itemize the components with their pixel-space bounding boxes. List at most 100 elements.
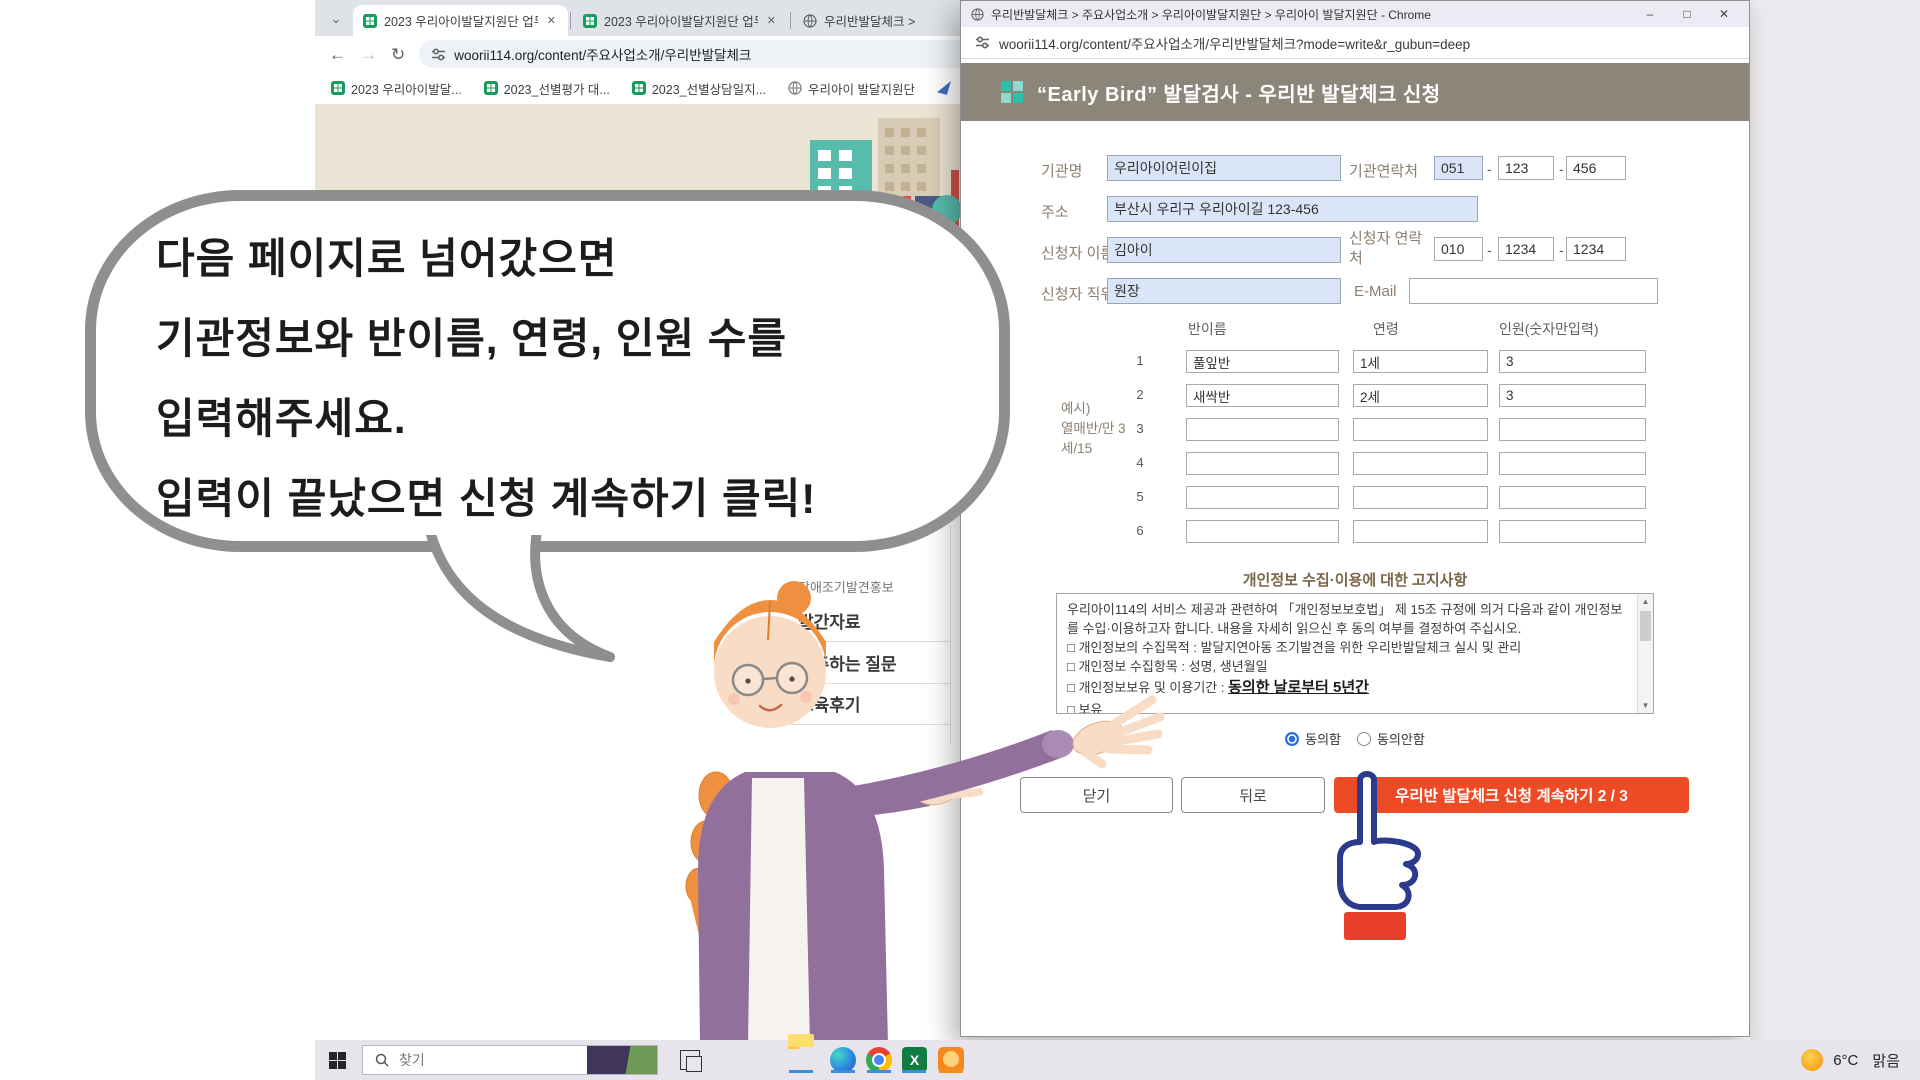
- class-age-input-5[interactable]: [1353, 486, 1488, 509]
- class-age-input-6[interactable]: [1353, 520, 1488, 543]
- class-name-input-4[interactable]: [1186, 452, 1339, 475]
- disagree-radio[interactable]: [1357, 732, 1371, 746]
- reload-icon[interactable]: ↻: [391, 46, 405, 63]
- row-number: 4: [1131, 455, 1149, 470]
- browser-tab-2[interactable]: 2023 우리아이발달지원단 업무 ✕: [573, 5, 788, 36]
- address-bar[interactable]: woorii114.org/content/주요사업소개/우리반발달체크: [419, 40, 1003, 68]
- applicant-title-label: 신청자 직위: [1041, 283, 1114, 304]
- address-label: 주소: [1041, 201, 1069, 222]
- speech-line: 입력이 끝났으면 신청 계속하기 클릭!: [156, 459, 969, 539]
- dash: -: [1487, 161, 1492, 177]
- org-name-label: 기관명: [1041, 160, 1082, 181]
- applicant-phone-input-2[interactable]: [1498, 237, 1554, 261]
- start-button-icon[interactable]: [329, 1052, 346, 1069]
- search-input[interactable]: [397, 1051, 551, 1069]
- tab-search-chevron-icon[interactable]: ⌄: [323, 6, 349, 32]
- tab-close-icon[interactable]: ✕: [545, 14, 558, 27]
- class-count-input-1[interactable]: [1499, 350, 1646, 373]
- url-text: woorii114.org/content/주요사업소개/우리반발달체크: [454, 44, 751, 64]
- excel-icon[interactable]: X: [902, 1047, 928, 1073]
- class-count-input-2[interactable]: [1499, 384, 1646, 407]
- class-age-input-1[interactable]: [1353, 350, 1488, 373]
- org-phone-input-3[interactable]: [1566, 156, 1626, 180]
- tune-icon: [431, 47, 446, 62]
- chrome-icon[interactable]: [866, 1047, 892, 1073]
- popup-address-bar[interactable]: woorii114.org/content/주요사업소개/우리반발달체크?mod…: [961, 27, 1749, 59]
- scroll-down-icon[interactable]: ▼: [1638, 698, 1653, 713]
- bookmark-label: 2023_선별평가 대...: [504, 79, 610, 98]
- browser-tab-1[interactable]: 2023 우리아이발달지원단 업무 ✕: [353, 5, 568, 36]
- tab-label: 2023 우리아이발달지원단 업무: [384, 11, 538, 30]
- applicant-phone-input-3[interactable]: [1566, 237, 1626, 261]
- scrollbar-thumb[interactable]: [1640, 611, 1651, 641]
- globe-icon: [803, 14, 817, 28]
- class-name-input-6[interactable]: [1186, 520, 1339, 543]
- bookmark-item[interactable]: 우리아이 발달지원단: [788, 79, 915, 98]
- address-input[interactable]: [1107, 196, 1478, 222]
- class-count-input-4[interactable]: [1499, 452, 1646, 475]
- close-icon[interactable]: ✕: [1709, 7, 1739, 21]
- sheets-favicon: [583, 14, 597, 28]
- agree-radio-selected[interactable]: [1285, 732, 1299, 746]
- edge-icon[interactable]: [830, 1047, 856, 1073]
- taskbar: X 6°C 맑음: [315, 1040, 1920, 1080]
- taskbar-search[interactable]: [362, 1045, 658, 1075]
- weather-condition[interactable]: 맑음: [1872, 1050, 1900, 1071]
- weather-sun-icon[interactable]: [1801, 1049, 1823, 1071]
- dash: -: [1559, 242, 1564, 258]
- back-icon[interactable]: ←: [329, 46, 346, 63]
- class-name-header: 반이름: [1188, 319, 1227, 339]
- disagree-label: 동의안함: [1377, 729, 1425, 748]
- privacy-retention-emphasis: 동의한 날로부터 5년간: [1228, 679, 1369, 696]
- grid-logo-icon: [1001, 81, 1023, 103]
- search-highlight-image[interactable]: [587, 1046, 657, 1074]
- class-age-input-4[interactable]: [1353, 452, 1488, 475]
- form-title: “Early Bird” 발달검사 - 우리반 발달체크 신청: [1037, 78, 1441, 107]
- presentation-app-icon[interactable]: [938, 1047, 964, 1073]
- sheets-favicon: [632, 81, 646, 95]
- minimize-icon[interactable]: –: [1635, 7, 1665, 21]
- bookmark-item[interactable]: 2023 우리아이발달...: [331, 79, 462, 98]
- applicant-name-label: 신청자 이름: [1041, 242, 1114, 263]
- task-view-icon[interactable]: [680, 1050, 700, 1070]
- org-name-input[interactable]: [1107, 155, 1341, 181]
- globe-icon: [971, 8, 984, 21]
- email-input[interactable]: [1409, 278, 1658, 304]
- class-count-input-5[interactable]: [1499, 486, 1646, 509]
- bookmark-item[interactable]: 2023_선별상담일지...: [632, 79, 766, 98]
- popup-titlebar[interactable]: 우리반발달체크 > 주요사업소개 > 우리아이발달지원단 > 우리아이 발달지원…: [961, 1, 1749, 27]
- scroll-up-icon[interactable]: ▲: [1638, 594, 1653, 609]
- bookmark-label: 우리아이 발달지원단: [808, 79, 915, 98]
- class-name-input-2[interactable]: [1186, 384, 1339, 407]
- class-name-input-1[interactable]: [1186, 350, 1339, 373]
- globe-icon: [788, 81, 802, 95]
- tab-close-icon[interactable]: ✕: [765, 14, 778, 27]
- bookmark-item[interactable]: 2023_선별평가 대...: [484, 79, 610, 98]
- speech-line: 입력해주세요.: [156, 379, 969, 459]
- dash: -: [1559, 161, 1564, 177]
- dash: -: [1487, 242, 1492, 258]
- applicant-phone-input-1[interactable]: [1434, 237, 1483, 261]
- class-age-input-3[interactable]: [1353, 418, 1488, 441]
- class-age-input-2[interactable]: [1353, 384, 1488, 407]
- weather-temp[interactable]: 6°C: [1833, 1052, 1858, 1069]
- class-count-input-6[interactable]: [1499, 520, 1646, 543]
- tab-label: 2023 우리아이발달지원단 업무: [604, 11, 758, 30]
- applicant-name-input[interactable]: [1107, 237, 1341, 263]
- desktop-background: [1750, 0, 1920, 1040]
- class-name-input-3[interactable]: [1186, 418, 1339, 441]
- class-count-input-3[interactable]: [1499, 418, 1646, 441]
- pointing-hand-cursor: [1320, 768, 1432, 948]
- file-explorer-icon[interactable]: [788, 1047, 814, 1073]
- applicant-title-input[interactable]: [1107, 278, 1341, 304]
- org-phone-input-2[interactable]: [1498, 156, 1554, 180]
- forward-icon[interactable]: →: [360, 46, 377, 63]
- tune-icon: [975, 35, 990, 50]
- bookmark-label: 2023 우리아이발달...: [351, 79, 462, 98]
- guide-character-illustration: [600, 570, 1220, 1045]
- scrollbar[interactable]: ▲ ▼: [1637, 594, 1653, 713]
- class-name-input-5[interactable]: [1186, 486, 1339, 509]
- org-phone-input-1[interactable]: [1434, 156, 1483, 180]
- maximize-icon[interactable]: □: [1672, 7, 1702, 21]
- org-phone-label: 기관연락처: [1349, 160, 1418, 181]
